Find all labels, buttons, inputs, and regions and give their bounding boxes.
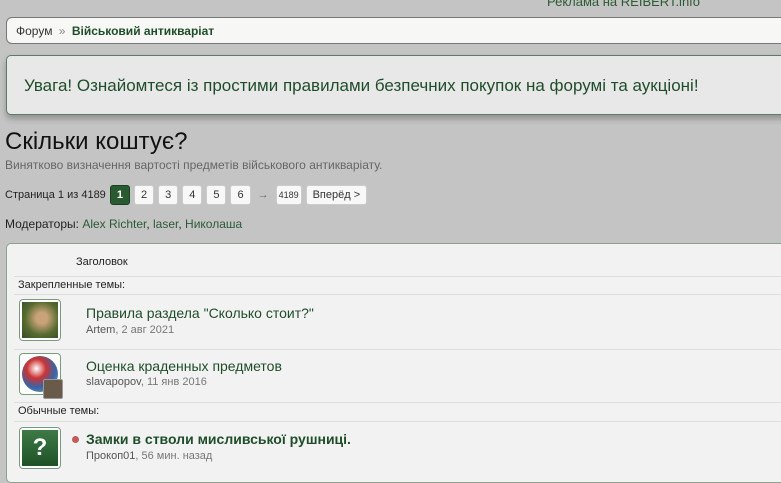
page-4[interactable]: 4 (182, 185, 203, 205)
thread-author[interactable]: slavapopov (86, 376, 141, 388)
page-last[interactable]: 4189 (275, 185, 302, 205)
breadcrumb-separator: » (58, 24, 66, 38)
moderator-link[interactable]: laser (153, 217, 178, 231)
thread-title[interactable]: Правила раздела "Сколько стоит?" (86, 305, 314, 321)
thread-author[interactable]: Artem (86, 324, 115, 336)
page-skip-arrow: → (257, 189, 269, 201)
page-label: Страница 1 из 4189 (5, 189, 106, 201)
page-2[interactable]: 2 (133, 185, 155, 205)
notice-banner[interactable]: Увага! Ознайомтеся із простими правилами… (6, 55, 781, 115)
sticky-label: Закрепленные темы: (18, 279, 126, 291)
moderator-link[interactable]: Alex Richter (82, 217, 146, 231)
moderator-link[interactable]: Николаша (185, 217, 242, 231)
next-page-button[interactable]: Вперёд > (305, 185, 368, 205)
page-title: Скільки коштує? (5, 128, 188, 155)
thread-list: Заголовок Закрепленные темы: Правила раз… (6, 243, 781, 483)
thread-meta: Artem, 2 авг 2021 (86, 324, 174, 336)
ad-link[interactable]: Реклама на REIBERT.info (547, 0, 700, 9)
avatar[interactable]: ? (19, 427, 61, 469)
thread-date: , 56 мин. назад (135, 450, 213, 462)
thread-title[interactable]: Замки в стволи мисливської рушниці. (86, 431, 351, 447)
question-icon: ? (22, 430, 58, 466)
thread-author[interactable]: Прокоп01 (86, 450, 135, 462)
column-header-title[interactable]: Заголовок (76, 256, 128, 268)
unread-dot-icon (72, 436, 79, 443)
page-1[interactable]: 1 (109, 185, 130, 205)
breadcrumb: Форум » Військовий антикваріат (6, 17, 781, 44)
moderators-label: Модераторы: (5, 217, 79, 231)
thread-date: , 2 авг 2021 (115, 324, 175, 336)
thread-meta: slavapopov, 11 янв 2016 (86, 376, 207, 388)
breadcrumb-forum[interactable]: Форум (16, 24, 52, 38)
breadcrumb-current[interactable]: Військовий антикваріат (72, 24, 214, 38)
page-6[interactable]: 6 (230, 185, 251, 205)
thread-date: , 11 янв 2016 (140, 376, 207, 388)
forum-description: Винятково визначення вартості предметів … (5, 158, 383, 172)
pagination: Страница 1 из 4189 1 2 3 4 5 6 → 4189 Вп… (5, 185, 368, 205)
page-5[interactable]: 5 (206, 185, 227, 205)
moderators: Модераторы: Alex Richter, laser, Николаш… (5, 217, 242, 231)
thread-title[interactable]: Оценка краденных предметов (86, 358, 282, 374)
avatar[interactable] (19, 299, 61, 341)
small-avatar[interactable] (43, 379, 63, 399)
separator: , (146, 217, 154, 231)
thread-meta: Прокоп01, 56 мин. назад (86, 450, 212, 462)
normal-label: Обычные темы: (18, 405, 100, 417)
page-3[interactable]: 3 (158, 185, 179, 205)
